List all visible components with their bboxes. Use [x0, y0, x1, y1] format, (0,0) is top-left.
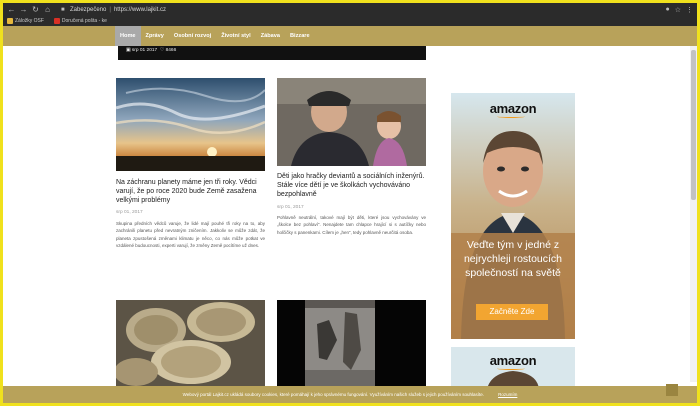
amazon-smile-icon	[497, 115, 525, 118]
amazon-logo: amazon	[489, 353, 537, 368]
menu-item-osobni-rozvoj[interactable]: Osobní rozvoj	[169, 26, 216, 46]
folder-icon	[7, 18, 13, 24]
bookmark-item[interactable]: Doručená pošta - ke	[53, 18, 107, 24]
scrollbar-thumb[interactable]	[691, 50, 696, 200]
secure-label: Zabezpečeno	[70, 6, 107, 13]
hero-date: srp 01 2017	[131, 48, 158, 53]
article-date: srp 01, 2017	[116, 210, 143, 215]
forward-icon[interactable]: →	[19, 5, 28, 14]
cookie-text: Webový portál Lajkit.cz ukládá soubory c…	[182, 392, 485, 397]
hero-likes: 8466	[165, 48, 177, 53]
article-thumbnail-man-child[interactable]	[277, 78, 426, 166]
bookmarks-bar: Záložky OSF Doručená pošta - ke	[3, 16, 697, 26]
article-thumbnail-sunset[interactable]	[116, 78, 265, 171]
ad-copy-line: Veďte tým v jedné z	[466, 239, 560, 251]
cookie-bar: Webový portál Lajkit.cz ukládá soubory c…	[3, 386, 697, 403]
article-title[interactable]: Děti jako hračky deviantů a sociálních i…	[277, 172, 427, 199]
star-icon[interactable]: ☆	[675, 6, 681, 14]
home-icon[interactable]: ⌂	[43, 5, 52, 14]
calendar-icon: ▣	[126, 48, 131, 53]
ad-copy-line: nejrychleji rostoucích	[463, 253, 563, 265]
address-row: ← → ↻ ⌂ ■ Zabezpečeno | https://www.lajkit…	[3, 3, 697, 16]
chrome-actions: ● ☆ ⋮	[665, 6, 693, 14]
page-scrollbar[interactable]	[690, 46, 697, 382]
menu-item-zivotni-styl[interactable]: Životní styl	[216, 26, 256, 46]
url-text: https://www.lajkit.cz	[113, 6, 166, 13]
menu-item-home[interactable]: Home	[115, 26, 141, 46]
article-thumbnail-coins[interactable]	[116, 300, 265, 386]
heart-icon: ♡	[159, 48, 165, 53]
amazon-smile-icon	[497, 367, 525, 370]
cookie-accept-link[interactable]: Rozumím	[498, 392, 517, 397]
menu-item-bizzare[interactable]: Bizzare	[285, 26, 315, 46]
article-date: srp 01, 2017	[277, 205, 304, 210]
menu-item-zpravy[interactable]: Zprávy	[141, 26, 169, 46]
menu-item-zabava[interactable]: Zábava	[256, 26, 285, 46]
ad-copy-line: společností na světě	[465, 267, 561, 279]
address-bar[interactable]: Zabezpečeno | https://www.lajkit.cz	[70, 7, 166, 13]
bookmark-label: Záložky OSF	[15, 18, 44, 24]
article-excerpt: Pohlavně neutrální, takové mají být děti…	[277, 215, 426, 235]
amazon-logo: amazon	[489, 101, 537, 116]
back-to-top-button[interactable]	[666, 384, 678, 396]
article-title[interactable]: Na záchranu planety máme jen tři roky. V…	[116, 178, 268, 205]
bookmark-label: Doručená pošta - ke	[61, 18, 107, 24]
ad-copy: Veďte tým v jedné z nejrychleji rostoucí…	[451, 238, 575, 280]
ad-cta-button[interactable]: Začněte Zde	[476, 304, 548, 320]
back-icon[interactable]: ←	[7, 5, 16, 14]
site-header	[3, 26, 697, 46]
main-menu: Home Zprávy Osobní rozvoj Životní styl Z…	[115, 26, 315, 46]
article-excerpt: Skupina předních vědců varuje, že lidé m…	[116, 221, 265, 249]
ad-banner[interactable]: amazon	[451, 347, 575, 386]
browser-chrome: ← → ↻ ⌂ ■ Zabezpečeno | https://www.lajkit…	[3, 3, 697, 26]
lock-icon: ■	[61, 6, 65, 13]
mail-icon	[53, 18, 60, 24]
extension-icon[interactable]: ●	[665, 6, 669, 14]
article-thumbnail-video[interactable]	[277, 300, 426, 386]
hero-meta: ▣ srp 01 2017 ♡ 8466	[126, 46, 176, 55]
reload-icon[interactable]: ↻	[31, 5, 40, 14]
bookmark-item[interactable]: Záložky OSF	[7, 18, 44, 24]
ad-banner[interactable]: amazon Veďte tým v jedné z nejrychleji r…	[451, 93, 575, 339]
menu-icon[interactable]: ⋮	[686, 6, 693, 14]
